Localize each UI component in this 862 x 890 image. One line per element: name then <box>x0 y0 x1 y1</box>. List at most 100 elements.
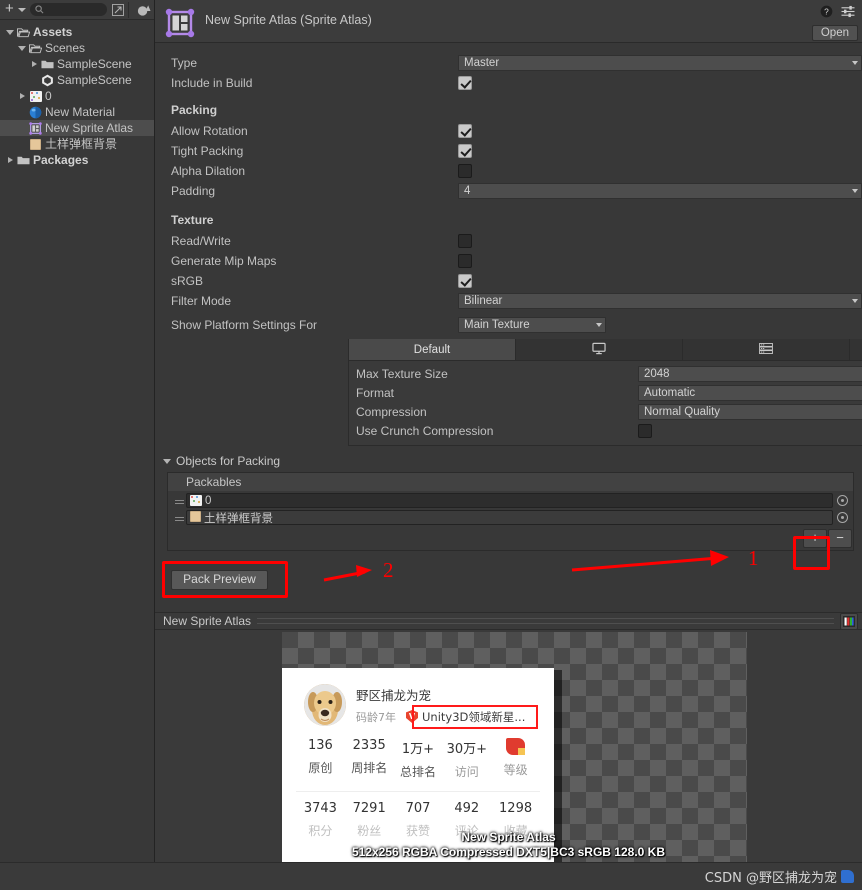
inspector-header: New Sprite Atlas (Sprite Atlas) ? Open <box>155 0 862 43</box>
remove-packable-button[interactable]: − <box>828 529 852 548</box>
stat-item: 等级 <box>491 738 540 780</box>
packable-object-field[interactable]: 土样弹框背景 <box>186 510 833 525</box>
stat-value: 30万+ <box>446 742 487 757</box>
help-icon[interactable]: ? <box>820 5 833 21</box>
stat-value: 2335 <box>352 738 386 753</box>
search-icon <box>35 5 44 14</box>
show-platform-settings-value: Main Texture <box>464 319 530 331</box>
tab-standalone[interactable] <box>516 339 683 360</box>
card-coder-age: 码龄7年 <box>356 710 396 724</box>
tree-item-new-sprite-atlas[interactable]: New Sprite Atlas <box>0 120 154 136</box>
chevron-right-icon[interactable] <box>19 93 25 99</box>
page-title: New Sprite Atlas (Sprite Atlas) <box>205 13 372 27</box>
label-generate-mip-maps: Generate Mip Maps <box>171 254 277 268</box>
type-dropdown[interactable]: Master <box>458 55 862 71</box>
chevron-down-icon[interactable] <box>17 7 26 12</box>
row-filter-mode: Filter Mode Bilinear <box>155 291 862 311</box>
padding-dropdown[interactable]: 4 <box>458 183 862 199</box>
objects-for-packing-header[interactable]: Objects for Packing <box>155 452 862 470</box>
tight-packing-checkbox[interactable] <box>458 144 472 158</box>
tree-item-texture[interactable]: 土样弹框背景 <box>0 136 154 152</box>
stat-item: 1万+ 总排名 <box>394 738 443 780</box>
preview-area[interactable]: 野区捕龙为宠 码龄7年 V Unity3D领域新星... 136 原创 2335… <box>155 630 862 862</box>
preview-divider <box>257 618 834 624</box>
pack-preview-button[interactable]: Pack Preview <box>171 570 268 590</box>
use-crunch-checkbox[interactable] <box>638 423 652 438</box>
preset-settings-icon[interactable] <box>841 5 855 21</box>
section-packing: Packing <box>171 103 218 117</box>
type-value: Master <box>464 57 500 69</box>
tab-default[interactable]: Default <box>349 339 516 360</box>
folder-open-icon <box>16 27 31 38</box>
allow-rotation-checkbox[interactable] <box>458 124 472 138</box>
tree-item-packages[interactable]: Packages <box>0 152 154 168</box>
show-platform-settings-dropdown[interactable]: Main Texture <box>458 317 606 333</box>
row-tight-packing: Tight Packing <box>155 141 862 161</box>
chevron-right-icon[interactable] <box>31 61 37 67</box>
add-packable-button[interactable]: + <box>803 529 827 548</box>
label-show-platform-settings: Show Platform Settings For <box>171 318 318 332</box>
packable-object-field[interactable]: 0 <box>186 493 833 508</box>
generate-mip-maps-checkbox[interactable] <box>458 254 472 268</box>
tree-item-scenes[interactable]: Scenes <box>0 40 154 56</box>
chevron-down-icon[interactable] <box>18 45 26 51</box>
card-badge-text: Unity3D领域新星... <box>422 709 526 724</box>
compression-dropdown[interactable]: Normal Quality <box>638 403 862 420</box>
list-item[interactable]: 0 <box>168 492 853 509</box>
object-picker-icon[interactable] <box>837 512 848 523</box>
packable-name: 0 <box>205 494 212 507</box>
open-external-icon[interactable] <box>111 3 125 17</box>
drag-handle-icon[interactable] <box>172 517 186 518</box>
row-alpha-dilation: Alpha Dilation <box>155 161 862 181</box>
row-show-platform-settings: Show Platform Settings For Main Texture <box>155 315 862 335</box>
stat-item: 3743 积分 <box>296 801 345 839</box>
create-button[interactable]: + <box>3 1 15 18</box>
stat-item: 136 原创 <box>296 738 345 780</box>
max-texture-size-dropdown[interactable]: 2048 <box>638 365 862 382</box>
android-device-icon <box>759 342 773 357</box>
label-padding: Padding <box>171 184 216 198</box>
folder-icon <box>16 155 31 166</box>
include-in-build-checkbox[interactable] <box>458 76 472 90</box>
format-dropdown[interactable]: Automatic <box>638 384 862 401</box>
stat-item: 30万+ 访问 <box>442 738 491 780</box>
alpha-dilation-checkbox[interactable] <box>458 164 472 178</box>
preview-header: New Sprite Atlas <box>155 612 862 630</box>
tree-item-label: Scenes <box>45 41 86 55</box>
tab-webgl[interactable]: 5 <box>850 339 862 360</box>
watermark: CSDN @野区捕龙为宠 <box>705 867 854 886</box>
tab-android[interactable] <box>683 339 850 360</box>
sprite-atlas-icon <box>28 121 43 135</box>
drag-handle-icon[interactable] <box>172 500 186 501</box>
srgb-checkbox[interactable] <box>458 274 472 288</box>
tree-item-samplescene-folder[interactable]: SampleScene <box>0 56 154 72</box>
stat-item: 492 评论 <box>442 801 491 839</box>
filter-mode-dropdown[interactable]: Bilinear <box>458 293 862 309</box>
rgba-channels-icon[interactable] <box>840 612 858 630</box>
tree-item-samplescene-asset[interactable]: SampleScene <box>0 72 154 88</box>
favorites-icon[interactable] <box>136 3 151 17</box>
row-type: Type Master <box>155 53 862 73</box>
chevron-down-icon[interactable] <box>6 29 14 35</box>
format-value: Automatic <box>644 386 696 399</box>
read-write-checkbox[interactable] <box>458 234 472 248</box>
row-format: Format Automatic <box>349 383 862 402</box>
platform-tabs: Default <box>349 339 862 361</box>
stat-value: 7291 <box>352 801 386 816</box>
tree-item-assets[interactable]: Assets <box>0 24 154 40</box>
chevron-right-icon[interactable] <box>7 157 13 163</box>
list-item[interactable]: 土样弹框背景 <box>168 509 853 526</box>
search-input[interactable] <box>29 3 108 16</box>
platform-settings-body: Max Texture Size 2048 Format Automatic C… <box>349 361 862 445</box>
packable-name: 土样弹框背景 <box>204 512 273 525</box>
tree-item-new-material[interactable]: New Material <box>0 104 154 120</box>
tree-item-0[interactable]: 0 <box>0 88 154 104</box>
sprite-atlas-icon <box>165 8 195 38</box>
object-picker-icon[interactable] <box>837 495 848 506</box>
label-srgb: sRGB <box>171 274 204 288</box>
label-tight-packing: Tight Packing <box>171 144 244 158</box>
stat-label: 等级 <box>503 763 528 777</box>
tree-item-label: 0 <box>45 89 52 103</box>
open-button[interactable]: Open <box>811 25 858 41</box>
stat-item: 2335 周排名 <box>345 738 394 780</box>
